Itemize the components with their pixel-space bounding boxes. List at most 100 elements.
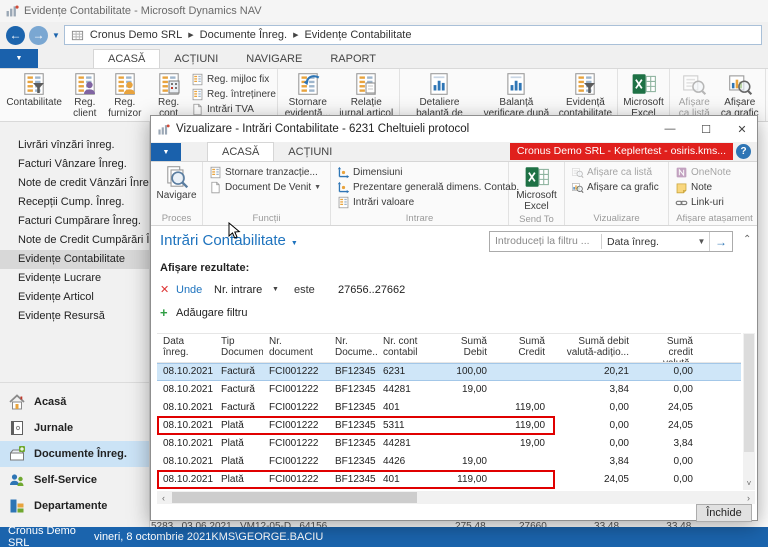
table-row[interactable]: 08.10.2021 Factură FCI001222 BF12345 6231 100… bbox=[157, 363, 741, 381]
stornare-evidenta-button[interactable]: Stornare evidență... bbox=[280, 70, 336, 120]
tab-navigare[interactable]: NAVIGARE bbox=[232, 50, 316, 68]
close-button[interactable]: Închide bbox=[696, 504, 752, 522]
sidebar-item-departamente[interactable]: Departamente bbox=[0, 493, 149, 519]
close-window-button[interactable]: ✕ bbox=[727, 119, 757, 139]
sidebar-item-acasa[interactable]: Acasă bbox=[0, 389, 149, 415]
column-header[interactable]: Sumă Credit bbox=[493, 334, 551, 362]
sidebar-item-jurnale[interactable]: Jurnale bbox=[0, 415, 149, 441]
modal-afisare-ca-grafic-button[interactable]: Afișare ca grafic bbox=[571, 180, 666, 194]
reg-client-button[interactable]: Reg. client bbox=[66, 70, 103, 120]
back-button[interactable]: ← bbox=[6, 25, 25, 45]
modal-app-menu-button[interactable]: ▼ bbox=[151, 143, 181, 161]
filter-value[interactable]: 27656..27662 bbox=[338, 284, 405, 296]
filter-field-dropdown-icon[interactable]: ▼ bbox=[694, 232, 710, 251]
reg-furnizor-button[interactable]: Reg. furnizor bbox=[103, 70, 146, 120]
stornare-tranzactie-button[interactable]: Stornare tranzacție... bbox=[209, 165, 328, 179]
app-menu-button[interactable]: ▼ bbox=[0, 49, 38, 68]
sidebar-link[interactable]: Recepții Cump. Înreg. bbox=[0, 193, 149, 212]
evidenta-contabilitate-button[interactable]: Evidență contabilitate bbox=[556, 70, 615, 120]
filter-input[interactable]: Introduceți la filtru ... bbox=[490, 234, 602, 249]
table-row[interactable]: 08.10.2021 Plată FCI001222 BF12345 5311 119,0… bbox=[157, 416, 741, 435]
table-row[interactable]: 08.10.2021 Plată FCI001222 BF12345 4426 19,00… bbox=[157, 453, 741, 471]
sidebar-link[interactable]: Livrări vînzări înreg. bbox=[0, 136, 149, 155]
dimensiuni-button[interactable]: Dimensiuni bbox=[337, 165, 509, 179]
table-row[interactable]: 08.10.2021 Plată FCI001222 BF12345 44281 19,0… bbox=[157, 435, 741, 453]
sidebar-link[interactable]: Facturi Vânzare Înreg. bbox=[0, 155, 149, 174]
sidebar-link[interactable]: Note de Credit Cumpărări Înreg. bbox=[0, 231, 149, 250]
tab-actiuni[interactable]: ACȚIUNI bbox=[160, 50, 232, 68]
reg-mijloc-fix-button[interactable]: Reg. mijloc fix bbox=[191, 72, 275, 86]
sidebar-item-self-service[interactable]: Self-Service bbox=[0, 467, 149, 493]
filter-condition-row: ✕ Unde Nr. intrare ▼ este 27656..27662 bbox=[160, 283, 740, 297]
table-cell: 24,05 bbox=[667, 402, 693, 413]
column-header[interactable]: Sumă Debit bbox=[431, 334, 493, 362]
column-header[interactable]: Sumă debit valută-adițio... bbox=[551, 334, 635, 362]
maximize-button[interactable]: ☐ bbox=[691, 119, 721, 139]
filter-field-caret-icon[interactable]: ▼ bbox=[272, 286, 294, 293]
breadcrumb-item[interactable]: Evidențe Contabilitate bbox=[304, 29, 411, 41]
table-row[interactable]: 08.10.2021 Factură FCI001222 BF12345 401 119,… bbox=[157, 399, 741, 417]
modal-excel-button[interactable]: Microsoft Excel bbox=[511, 163, 562, 213]
apply-filter-button[interactable]: → bbox=[710, 235, 732, 249]
column-header[interactable]: Tip Document bbox=[215, 334, 263, 362]
filter-operator[interactable]: este bbox=[294, 284, 338, 296]
forward-button[interactable]: → bbox=[29, 25, 48, 45]
contabilitate-button[interactable]: Contabilitate bbox=[2, 70, 66, 110]
link-uri-button[interactable]: Link-uri bbox=[675, 195, 757, 209]
scroll-down-icon[interactable]: ˅ bbox=[743, 477, 755, 490]
table-row[interactable]: 08.10.2021 Factură FCI001222 BF12345 44281 19… bbox=[157, 381, 741, 399]
column-header[interactable]: Nr. Docume... bbox=[329, 334, 377, 362]
scrollbar-thumb[interactable] bbox=[744, 334, 754, 452]
reg-intretinere-button[interactable]: Reg. întreținere bbox=[191, 87, 276, 101]
breadcrumb-item[interactable]: Cronus Demo SRL bbox=[90, 29, 182, 41]
filter-field-name[interactable]: Nr. intrare bbox=[214, 284, 272, 296]
minimize-button[interactable]: — bbox=[655, 119, 685, 139]
sidebar-link[interactable]: Evidențe Contabilitate bbox=[0, 250, 149, 269]
magnifier-chart-icon bbox=[571, 181, 584, 194]
sidebar-link[interactable]: Note de credit Vânzări Înreg. bbox=[0, 174, 149, 193]
add-filter-row[interactable]: + Adăugare filtru bbox=[160, 305, 740, 320]
horizontal-scrollbar[interactable]: ‹ › bbox=[157, 491, 755, 504]
table-cell: 08.10.2021 bbox=[163, 420, 214, 431]
scrollbar-thumb[interactable] bbox=[172, 492, 417, 503]
sidebar-link[interactable]: Facturi Cumpărare Înreg. bbox=[0, 212, 149, 231]
prezentare-generala-button[interactable]: Prezentare generală dimens. Contab. bbox=[337, 180, 519, 194]
intrari-tva-button[interactable]: Intrări TVA bbox=[191, 102, 275, 116]
history-dropdown-icon[interactable]: ▼ bbox=[52, 31, 60, 40]
where-label[interactable]: Unde bbox=[176, 284, 214, 296]
afisare-ca-grafic-button[interactable]: Afișare ca grafic bbox=[717, 70, 763, 120]
document-de-venit-button[interactable]: Document De Venit ▼ bbox=[209, 180, 328, 194]
remove-filter-icon[interactable]: ✕ bbox=[160, 283, 176, 296]
table-cell: 24,05 bbox=[603, 474, 629, 485]
relatie-jurnal-articol-button[interactable]: Relație jurnal articol bbox=[336, 70, 397, 120]
sidebar-link[interactable]: Evidențe Resursă bbox=[0, 307, 149, 326]
statusbar-date: vineri, 8 octombrie 2021 bbox=[94, 531, 212, 543]
column-header[interactable]: Nr. cont contabil bbox=[377, 334, 431, 362]
tab-raport[interactable]: RAPORT bbox=[316, 50, 390, 68]
scroll-left-icon[interactable]: ‹ bbox=[157, 493, 170, 503]
sidebar-link[interactable]: Evidențe Articol bbox=[0, 288, 149, 307]
modal-tab-actiuni[interactable]: ACȚIUNI bbox=[274, 143, 346, 161]
scrollbar-track[interactable] bbox=[170, 491, 742, 504]
help-icon[interactable]: ? bbox=[736, 144, 751, 159]
column-header[interactable]: Data înreg. bbox=[157, 334, 215, 362]
collapse-filter-chevron-icon[interactable]: ⌃ bbox=[743, 234, 751, 245]
excel-button[interactable]: Microsoft Excel bbox=[620, 70, 667, 120]
vertical-scrollbar[interactable]: ˅ bbox=[743, 333, 755, 490]
column-header[interactable]: Sumă credit valută-adițio... bbox=[635, 334, 699, 362]
breadcrumb[interactable]: Cronus Demo SRL ▶ Documente Înreg. ▶ Evi… bbox=[63, 25, 762, 45]
modal-tab-acasa[interactable]: ACASĂ bbox=[207, 142, 275, 161]
statusbar-company[interactable]: Cronus Demo SRL bbox=[0, 525, 86, 547]
page-title-caret-icon[interactable]: ▼ bbox=[291, 240, 298, 247]
filter-field-select[interactable]: Data înreg. bbox=[602, 236, 694, 248]
sidebar-item-documente-inreg[interactable]: Documente Înreg. bbox=[0, 441, 149, 467]
intrari-valoare-button[interactable]: Intrări valoare bbox=[337, 195, 509, 209]
scroll-right-icon[interactable]: › bbox=[742, 493, 755, 503]
sidebar-link[interactable]: Evidențe Lucrare bbox=[0, 269, 149, 288]
breadcrumb-item[interactable]: Documente Înreg. bbox=[200, 29, 287, 41]
tab-acasa[interactable]: ACASĂ bbox=[93, 49, 161, 68]
column-header[interactable]: Nr. document bbox=[263, 334, 329, 362]
table-row[interactable]: 08.10.2021 Plată FCI001222 BF12345 401 119,00… bbox=[157, 470, 741, 489]
note-button[interactable]: Note bbox=[675, 180, 757, 194]
navigare-button[interactable]: Navigare bbox=[153, 163, 200, 203]
